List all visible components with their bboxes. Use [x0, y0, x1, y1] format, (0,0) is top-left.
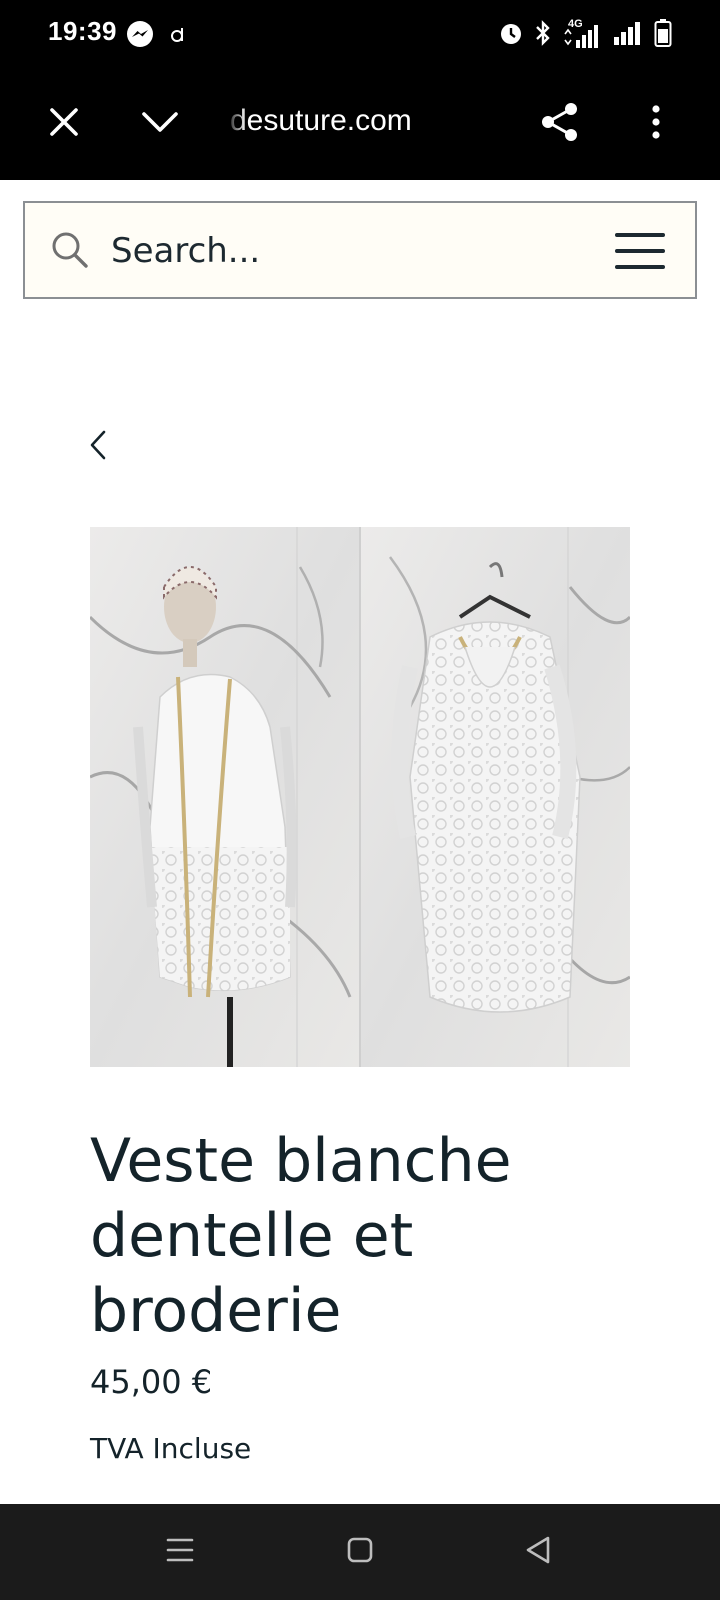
product-price: 45,00 €	[90, 1363, 213, 1401]
status-time: 19:39	[48, 16, 117, 46]
more-options-button[interactable]	[628, 96, 684, 152]
hamburger-line	[615, 265, 665, 269]
browser-toolbar: desuture.com	[0, 70, 720, 180]
close-icon	[49, 107, 79, 142]
signal-4g-icon: 4G	[562, 18, 602, 50]
hamburger-menu-icon	[615, 233, 665, 237]
battery-icon	[654, 18, 672, 53]
chevron-left-icon	[84, 430, 114, 469]
more-vert-icon	[651, 104, 661, 144]
product-image[interactable]	[90, 527, 630, 1067]
product-title: Veste blanche dentelle et broderie	[90, 1126, 512, 1346]
status-left-icons	[126, 20, 190, 53]
url-fade	[226, 100, 246, 144]
status-bar: 19:39 4G	[0, 0, 720, 70]
system-back-button[interactable]	[518, 1532, 558, 1572]
product-photo	[90, 527, 630, 1067]
back-button[interactable]	[84, 425, 114, 465]
search-bar	[23, 201, 697, 299]
search-input[interactable]	[111, 229, 531, 273]
home-button[interactable]	[340, 1532, 380, 1572]
hamburger-menu-button[interactable]	[615, 233, 665, 269]
home-icon	[346, 1536, 374, 1569]
share-icon	[540, 101, 580, 148]
search-icon[interactable]	[51, 231, 89, 274]
messenger-icon	[126, 20, 154, 53]
system-nav-bar	[0, 1504, 720, 1600]
recent-apps-button[interactable]	[160, 1532, 200, 1572]
url-text[interactable]: desuture.com	[230, 104, 460, 138]
recent-apps-icon	[166, 1537, 194, 1568]
alarm-icon	[498, 20, 524, 51]
share-button[interactable]	[532, 96, 588, 152]
app-notification-icon	[168, 23, 190, 50]
bluetooth-icon	[534, 19, 552, 52]
minimize-button[interactable]	[132, 96, 188, 152]
tax-note: TVA Incluse	[90, 1432, 252, 1465]
hamburger-line	[615, 249, 665, 253]
status-right-icons: 4G	[498, 18, 672, 53]
chevron-down-icon	[141, 110, 179, 139]
back-icon	[524, 1535, 552, 1570]
close-tab-button[interactable]	[36, 96, 92, 152]
signal-icon	[612, 19, 644, 52]
